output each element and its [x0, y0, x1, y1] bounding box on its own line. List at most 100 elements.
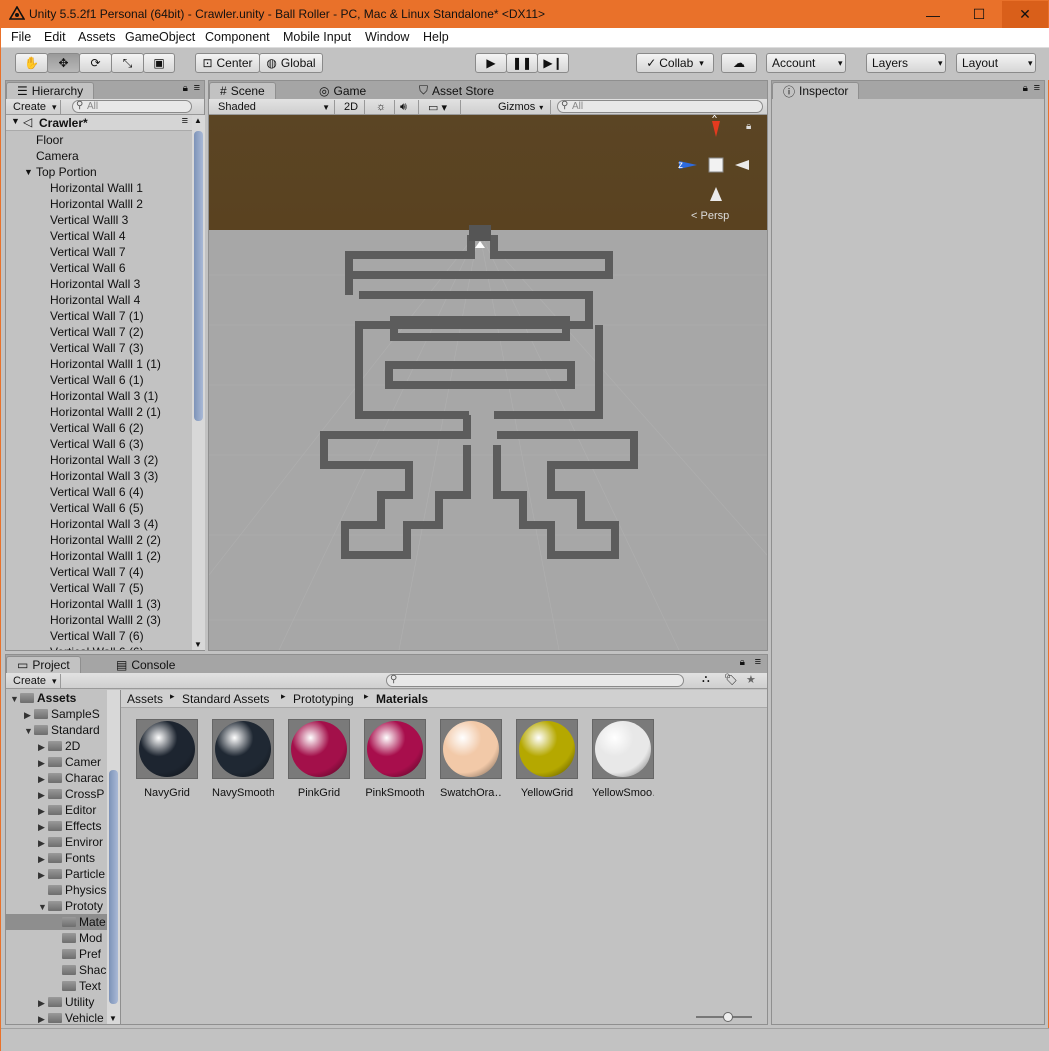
material-asset[interactable]: YellowGrid [516, 719, 578, 799]
expand-arrow-icon[interactable]: ▶ [38, 1011, 48, 1024]
panel-menu-icon[interactable]: ≡ [1034, 82, 1040, 94]
expand-arrow-icon[interactable]: ▼ [11, 116, 20, 126]
folder-tree-item[interactable]: ▶ SampleS [6, 706, 107, 722]
folder-tree-item[interactable]: ▼ Assets [6, 690, 107, 706]
scale-tool-button[interactable]: ⤡ [111, 53, 144, 73]
hierarchy-item[interactable]: Horizontal Walll 1 [6, 180, 192, 196]
folder-tree-item[interactable]: Pref [6, 946, 107, 962]
hierarchy-scrollbar[interactable]: ▲ ▼ [192, 115, 205, 650]
lock-icon[interactable]: 🔒︎ [740, 657, 745, 668]
hierarchy-item[interactable]: Vertical Wall 6 (6) [6, 644, 192, 650]
menu-component[interactable]: Component [205, 30, 270, 44]
step-button[interactable]: ▶❙ [537, 53, 569, 73]
pause-button[interactable]: ❚❚ [506, 53, 538, 73]
folder-tree-item[interactable]: ▶ Charac [6, 770, 107, 786]
scroll-down-icon[interactable]: ▼ [109, 1014, 117, 1023]
account-dropdown[interactable]: Account [766, 53, 846, 73]
slider-handle[interactable] [723, 1012, 733, 1022]
tab-project[interactable]: ▭ Project [6, 656, 81, 673]
folder-tree-item[interactable]: ▶ Effects [6, 818, 107, 834]
hierarchy-item[interactable]: Camera [6, 148, 192, 164]
hierarchy-item[interactable]: Horizontal Walll 2 (1) [6, 404, 192, 420]
scroll-up-icon[interactable]: ▲ [194, 116, 202, 125]
breadcrumb-assets[interactable]: Assets [127, 692, 163, 706]
breadcrumb-standard-assets[interactable]: Standard Assets [182, 692, 269, 706]
audio-toggle[interactable]: 🔊︎ [397, 100, 419, 114]
folder-tree-item[interactable]: ▶ Particle [6, 866, 107, 882]
project-tree-scrollbar[interactable]: ▼ [107, 690, 120, 1024]
project-tree-scroll-thumb[interactable] [109, 770, 118, 1004]
collapse-arrow-icon[interactable]: ▼ [38, 899, 48, 914]
tab-scene[interactable]: # Scene [209, 82, 276, 99]
breadcrumb-prototyping[interactable]: Prototyping [293, 692, 354, 706]
expand-arrow-icon[interactable]: ▼ [24, 164, 33, 180]
expand-arrow-icon[interactable]: ▶ [38, 787, 48, 802]
expand-arrow-icon[interactable]: ▶ [24, 707, 34, 722]
gizmo-lock-icon[interactable]: 🔒︎ [746, 121, 751, 132]
hierarchy-item[interactable]: Horizontal Wall 3 (1) [6, 388, 192, 404]
filter-label-icon[interactable]: 🏷︎ [724, 673, 738, 686]
scroll-down-icon[interactable]: ▼ [194, 640, 202, 649]
scene-menu-icon[interactable]: ≡ [182, 115, 188, 127]
folder-tree-item[interactable]: ▶ Editor [6, 802, 107, 818]
material-asset[interactable]: YellowSmoo… [592, 719, 654, 799]
expand-arrow-icon[interactable]: ▶ [38, 835, 48, 850]
effects-dropdown[interactable]: ▭ ▾ [425, 100, 461, 114]
hierarchy-item[interactable]: Horizontal Wall 3 [6, 276, 192, 292]
hierarchy-item[interactable]: Horizontal Walll 2 (2) [6, 532, 192, 548]
folder-tree-item[interactable]: ▶ 2D [6, 738, 107, 754]
play-button[interactable]: ▶ [475, 53, 507, 73]
tab-asset-store[interactable]: ⛉ Asset Store [409, 82, 504, 99]
folder-tree-item[interactable]: ▶ Enviror [6, 834, 107, 850]
expand-arrow-icon[interactable]: ▶ [38, 803, 48, 818]
pivot-global-toggle[interactable]: ◍ Global [259, 53, 323, 73]
panel-menu-icon[interactable]: ≡ [194, 82, 200, 94]
folder-tree-item[interactable]: ▶ CrossP [6, 786, 107, 802]
hierarchy-item[interactable]: Horizontal Wall 4 [6, 292, 192, 308]
tab-inspector[interactable]: ⓘ Inspector [772, 82, 860, 99]
tab-console[interactable]: ▤ Console [106, 656, 185, 673]
hierarchy-item[interactable]: Vertical Wall 4 [6, 228, 192, 244]
hierarchy-search-input[interactable]: All [72, 100, 192, 113]
layers-dropdown[interactable]: Layers [866, 53, 946, 73]
hierarchy-item[interactable]: Vertical Walll 3 [6, 212, 192, 228]
lighting-toggle[interactable]: ☼ [373, 100, 395, 114]
hierarchy-item[interactable]: Horizontal Wall 3 (4) [6, 516, 192, 532]
scene-viewport[interactable]: x z 🔒︎ < Persp [209, 115, 767, 650]
cloud-button[interactable]: ☁ [721, 53, 757, 73]
menu-window[interactable]: Window [365, 30, 409, 44]
lock-icon[interactable]: 🔒︎ [1023, 83, 1028, 94]
folder-tree-item[interactable]: Mate [6, 914, 107, 930]
menu-edit[interactable]: Edit [44, 30, 66, 44]
expand-arrow-icon[interactable]: ▶ [38, 819, 48, 834]
material-asset[interactable]: PinkSmooth [364, 719, 426, 799]
material-asset[interactable]: PinkGrid [288, 719, 350, 799]
expand-arrow-icon[interactable]: ▶ [38, 739, 48, 754]
menu-gameobject[interactable]: GameObject [125, 30, 195, 44]
scene-header-row[interactable]: ▼ ◁ Crawler* ≡ [6, 115, 192, 131]
minimize-button[interactable]: — [910, 1, 956, 28]
hierarchy-create-button[interactable]: Create [10, 100, 61, 114]
hierarchy-item[interactable]: Floor [6, 132, 192, 148]
hierarchy-item[interactable]: ▼ Top Portion [6, 164, 192, 180]
expand-arrow-icon[interactable]: ▶ [38, 771, 48, 786]
hierarchy-item[interactable]: Vertical Wall 6 [6, 260, 192, 276]
expand-arrow-icon[interactable]: ▶ [38, 851, 48, 866]
material-asset[interactable]: SwatchOra… [440, 719, 502, 799]
project-search-input[interactable] [386, 674, 684, 687]
mode-2d-button[interactable]: 2D [341, 100, 365, 114]
rotate-tool-button[interactable]: ⟳ [79, 53, 112, 73]
hierarchy-item[interactable]: Vertical Wall 7 [6, 244, 192, 260]
lock-icon[interactable]: 🔒︎ [183, 83, 188, 94]
menu-mobile-input[interactable]: Mobile Input [283, 30, 351, 44]
tab-game[interactable]: ◎ Game [309, 82, 376, 99]
hierarchy-item[interactable]: Vertical Wall 6 (5) [6, 500, 192, 516]
hierarchy-item[interactable]: Horizontal Walll 2 (3) [6, 612, 192, 628]
hierarchy-item[interactable]: Horizontal Walll 2 [6, 196, 192, 212]
hierarchy-item[interactable]: Vertical Wall 7 (5) [6, 580, 192, 596]
hierarchy-item[interactable]: Vertical Wall 7 (6) [6, 628, 192, 644]
layout-dropdown[interactable]: Layout [956, 53, 1036, 73]
folder-tree-item[interactable]: ▶ Fonts [6, 850, 107, 866]
hierarchy-item[interactable]: Horizontal Walll 1 (3) [6, 596, 192, 612]
move-tool-button[interactable]: ✥ [47, 53, 80, 73]
